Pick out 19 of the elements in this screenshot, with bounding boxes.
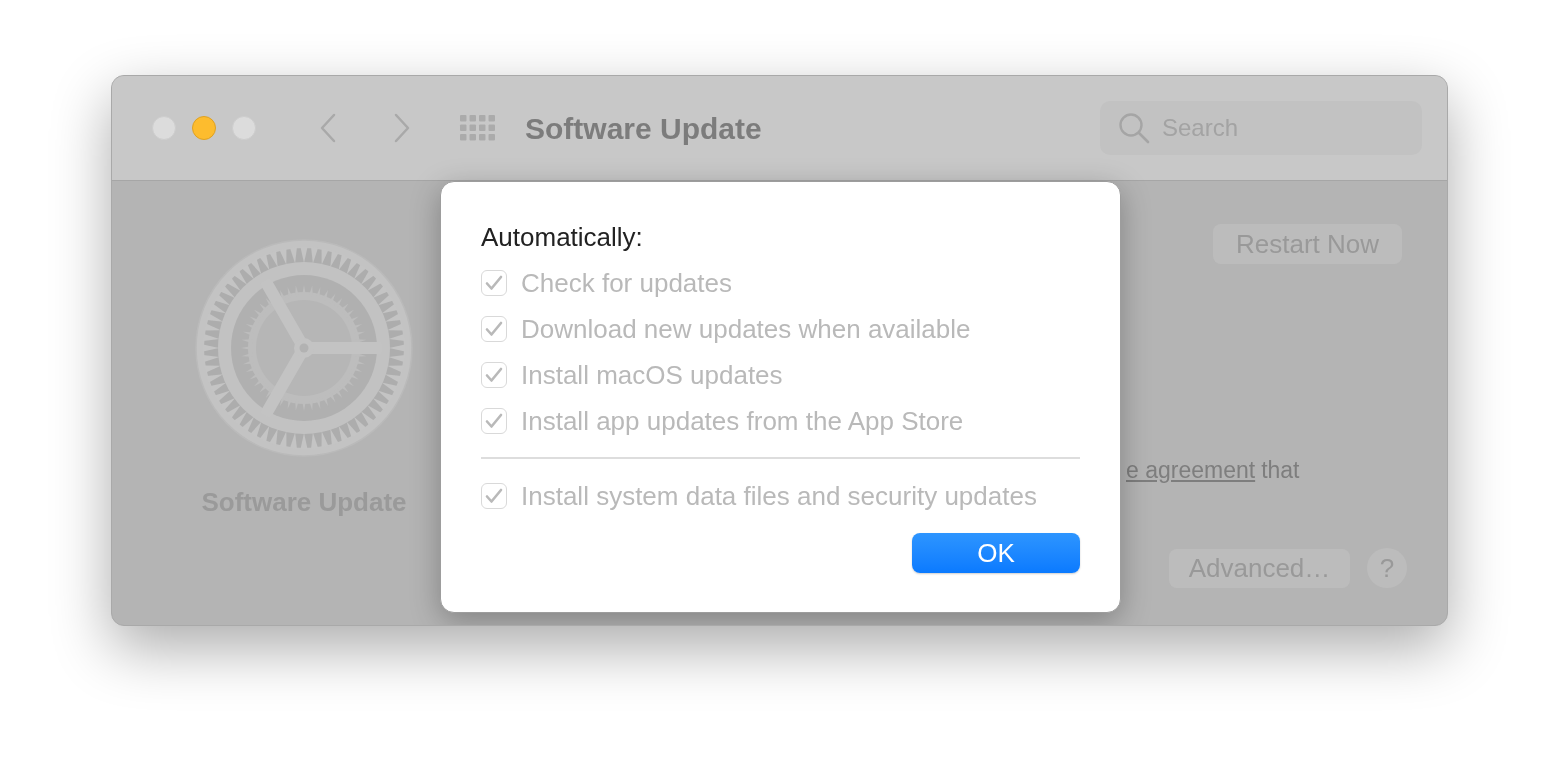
- help-button[interactable]: ?: [1367, 548, 1407, 588]
- minimize-button[interactable]: [192, 116, 216, 140]
- option-label: Check for updates: [521, 266, 732, 300]
- checkmark-icon: [485, 413, 503, 429]
- ok-button[interactable]: OK: [912, 533, 1080, 573]
- grid-icon[interactable]: [459, 114, 495, 142]
- chevron-left-icon[interactable]: [320, 113, 336, 143]
- sheet-heading: Automatically:: [481, 220, 643, 254]
- option-label: Install app updates from the App Store: [521, 404, 964, 438]
- chevron-right-icon[interactable]: [394, 113, 410, 143]
- option-label: Install macOS updates: [521, 358, 783, 392]
- checkmark-icon: [485, 321, 503, 337]
- window-title: Software Update: [525, 110, 762, 147]
- option-label: Install system data files and security updates: [521, 479, 1037, 513]
- search-icon: [1118, 112, 1150, 144]
- option-label: Download new updates when available: [521, 312, 971, 346]
- checkmark-icon: [485, 488, 503, 504]
- checkmark-icon: [485, 275, 503, 291]
- checkmark-icon: [485, 367, 503, 383]
